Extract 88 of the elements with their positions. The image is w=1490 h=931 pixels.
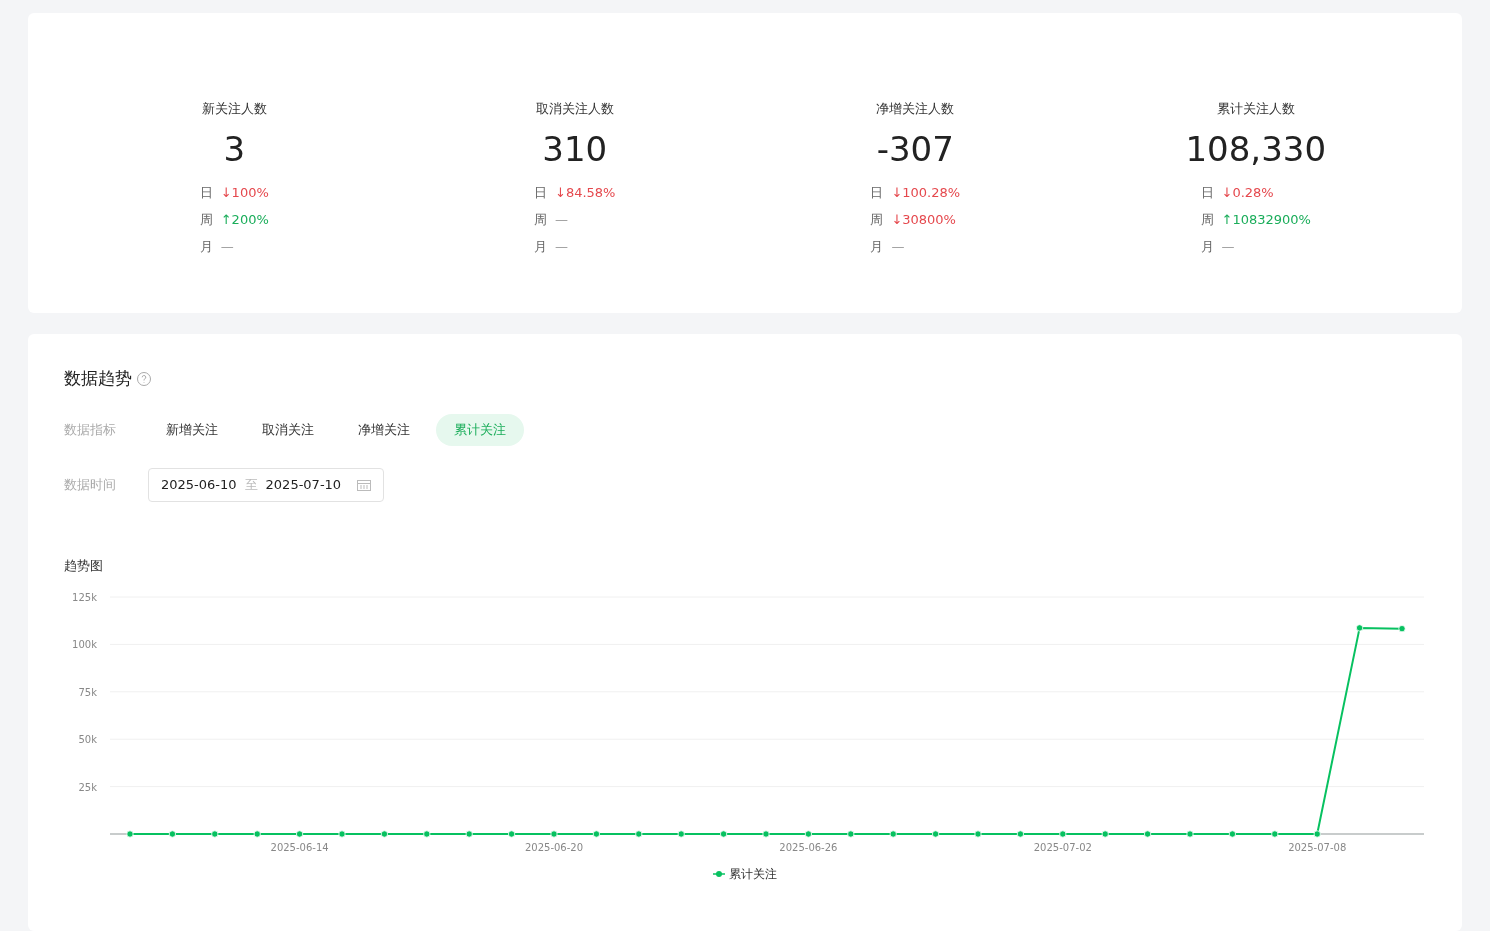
metric-tab[interactable]: 新增关注 [148,413,236,446]
data-point [1059,830,1067,838]
change-value: ↑10832900% [1221,210,1311,229]
change-value: — [555,210,568,229]
data-point [677,830,685,838]
data-point [1313,830,1321,838]
data-point [1356,624,1364,632]
date-range-field[interactable]: 2025-06-10 至 2025-07-10 [148,467,385,502]
data-point [168,830,176,838]
period-label: 周 [199,210,213,229]
x-axis-label: 2025-06-26 [779,842,838,853]
stat-title: 净增关注人数 [876,100,955,118]
chart-title: 趋势图 [64,556,104,575]
period-label: 周 [534,210,547,229]
stat-title: 累计关注人数 [1216,100,1295,118]
section-title: 数据趋势 [64,367,132,390]
help-icon [136,370,152,387]
data-point [1144,830,1152,838]
data-point [296,830,304,838]
x-axis-label: 2025-07-02 [1033,842,1092,853]
period-label: 月 [199,237,213,256]
y-axis-label: 25k [78,781,97,793]
data-point [720,830,728,838]
stat-title: 新关注人数 [201,100,267,118]
data-point [338,830,346,838]
start-date: 2025-06-10 [161,475,237,494]
data-point [804,830,812,838]
change-value: ↓100% [220,183,269,202]
x-axis-label: 2025-06-20 [524,842,584,853]
data-point [1228,830,1236,838]
data-point [465,830,473,838]
data-point [762,830,770,838]
period-label: 周 [1200,210,1214,229]
change-value: ↓30800% [891,210,956,229]
period-label: 月 [1200,237,1214,256]
data-point [932,830,940,838]
period-label: 日 [870,183,884,202]
data-point [635,830,643,838]
change-value: ↓0.28% [1221,183,1274,202]
period-label: 周 [870,210,884,229]
legend-marker-icon [713,870,725,878]
period-label: 月 [870,237,884,256]
data-point [1101,830,1109,838]
metric-tab[interactable]: 净增关注 [340,413,428,446]
data-point [1271,830,1279,838]
data-point [1186,830,1194,838]
y-axis-label: 75k [78,686,97,698]
data-point [253,830,261,838]
y-axis-label: 125k [72,592,97,603]
data-point [974,830,982,838]
data-point [889,830,897,838]
change-value: — [220,237,234,256]
data-point [126,830,134,838]
data-point [1016,830,1024,838]
filter-label: 数据时间 [64,475,117,494]
period-label: 日 [534,183,547,202]
data-point [380,830,388,838]
change-value: — [1221,237,1235,256]
x-axis-label: 2025-07-08 [1288,842,1347,853]
stat-value: 108,330 [1185,127,1327,171]
metric-tab[interactable]: 取消关注 [244,413,332,446]
data-point [423,830,431,838]
stat-title: 取消关注人数 [535,100,614,118]
y-axis-label: 100k [72,639,97,651]
calendar-icon [357,478,372,491]
y-axis-label: 50k [78,734,97,746]
period-label: 日 [199,183,213,202]
period-label: 日 [1200,183,1214,202]
x-axis-label: 2025-06-14 [270,842,329,853]
data-point [1398,625,1406,633]
change-value: ↓100.28% [891,183,961,202]
data-point [508,830,516,838]
data-point [211,830,219,838]
legend-label: 累计关注 [729,866,777,883]
filter-label: 数据指标 [64,420,117,439]
data-point [592,830,600,838]
stat-value: -307 [876,127,954,171]
range-separator: 至 [244,475,258,494]
data-point [550,830,558,838]
change-value: ↑200% [220,210,269,229]
change-value: — [555,237,568,256]
change-value: — [891,237,905,256]
stat-value: 3 [223,127,246,171]
period-label: 月 [534,237,547,256]
data-point [847,830,855,838]
change-value: ↓84.58% [555,183,616,202]
end-date: 2025-07-10 [265,475,342,494]
stat-value: 310 [542,127,608,171]
